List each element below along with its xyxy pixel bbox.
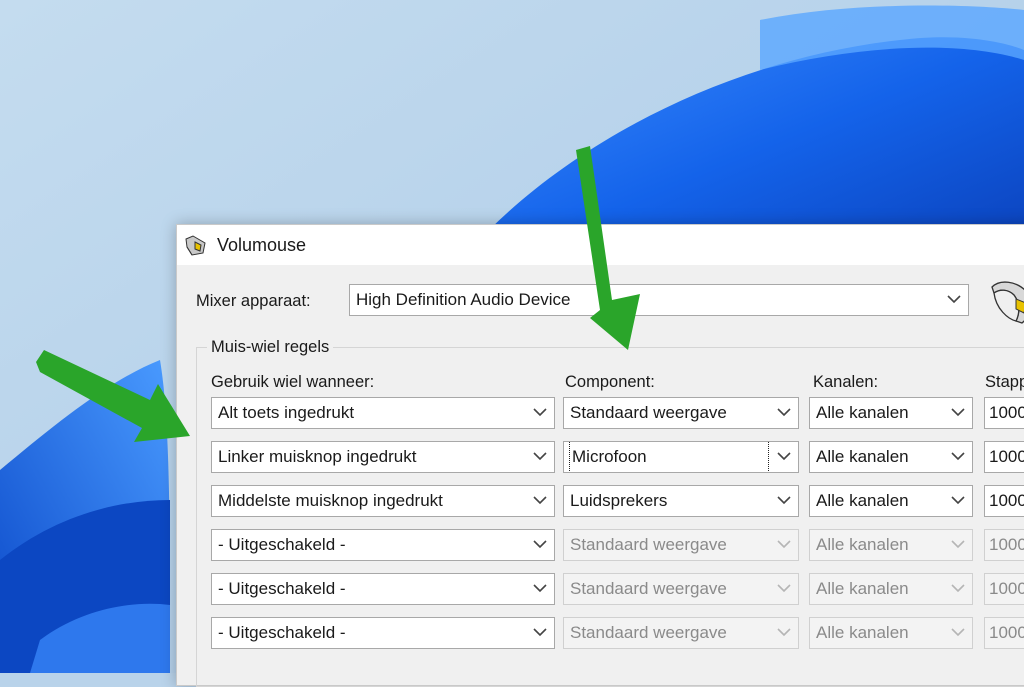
arrow-down-icon: [576, 146, 640, 350]
annotation-arrows: [36, 146, 640, 442]
arrow-right-icon: [36, 350, 190, 442]
